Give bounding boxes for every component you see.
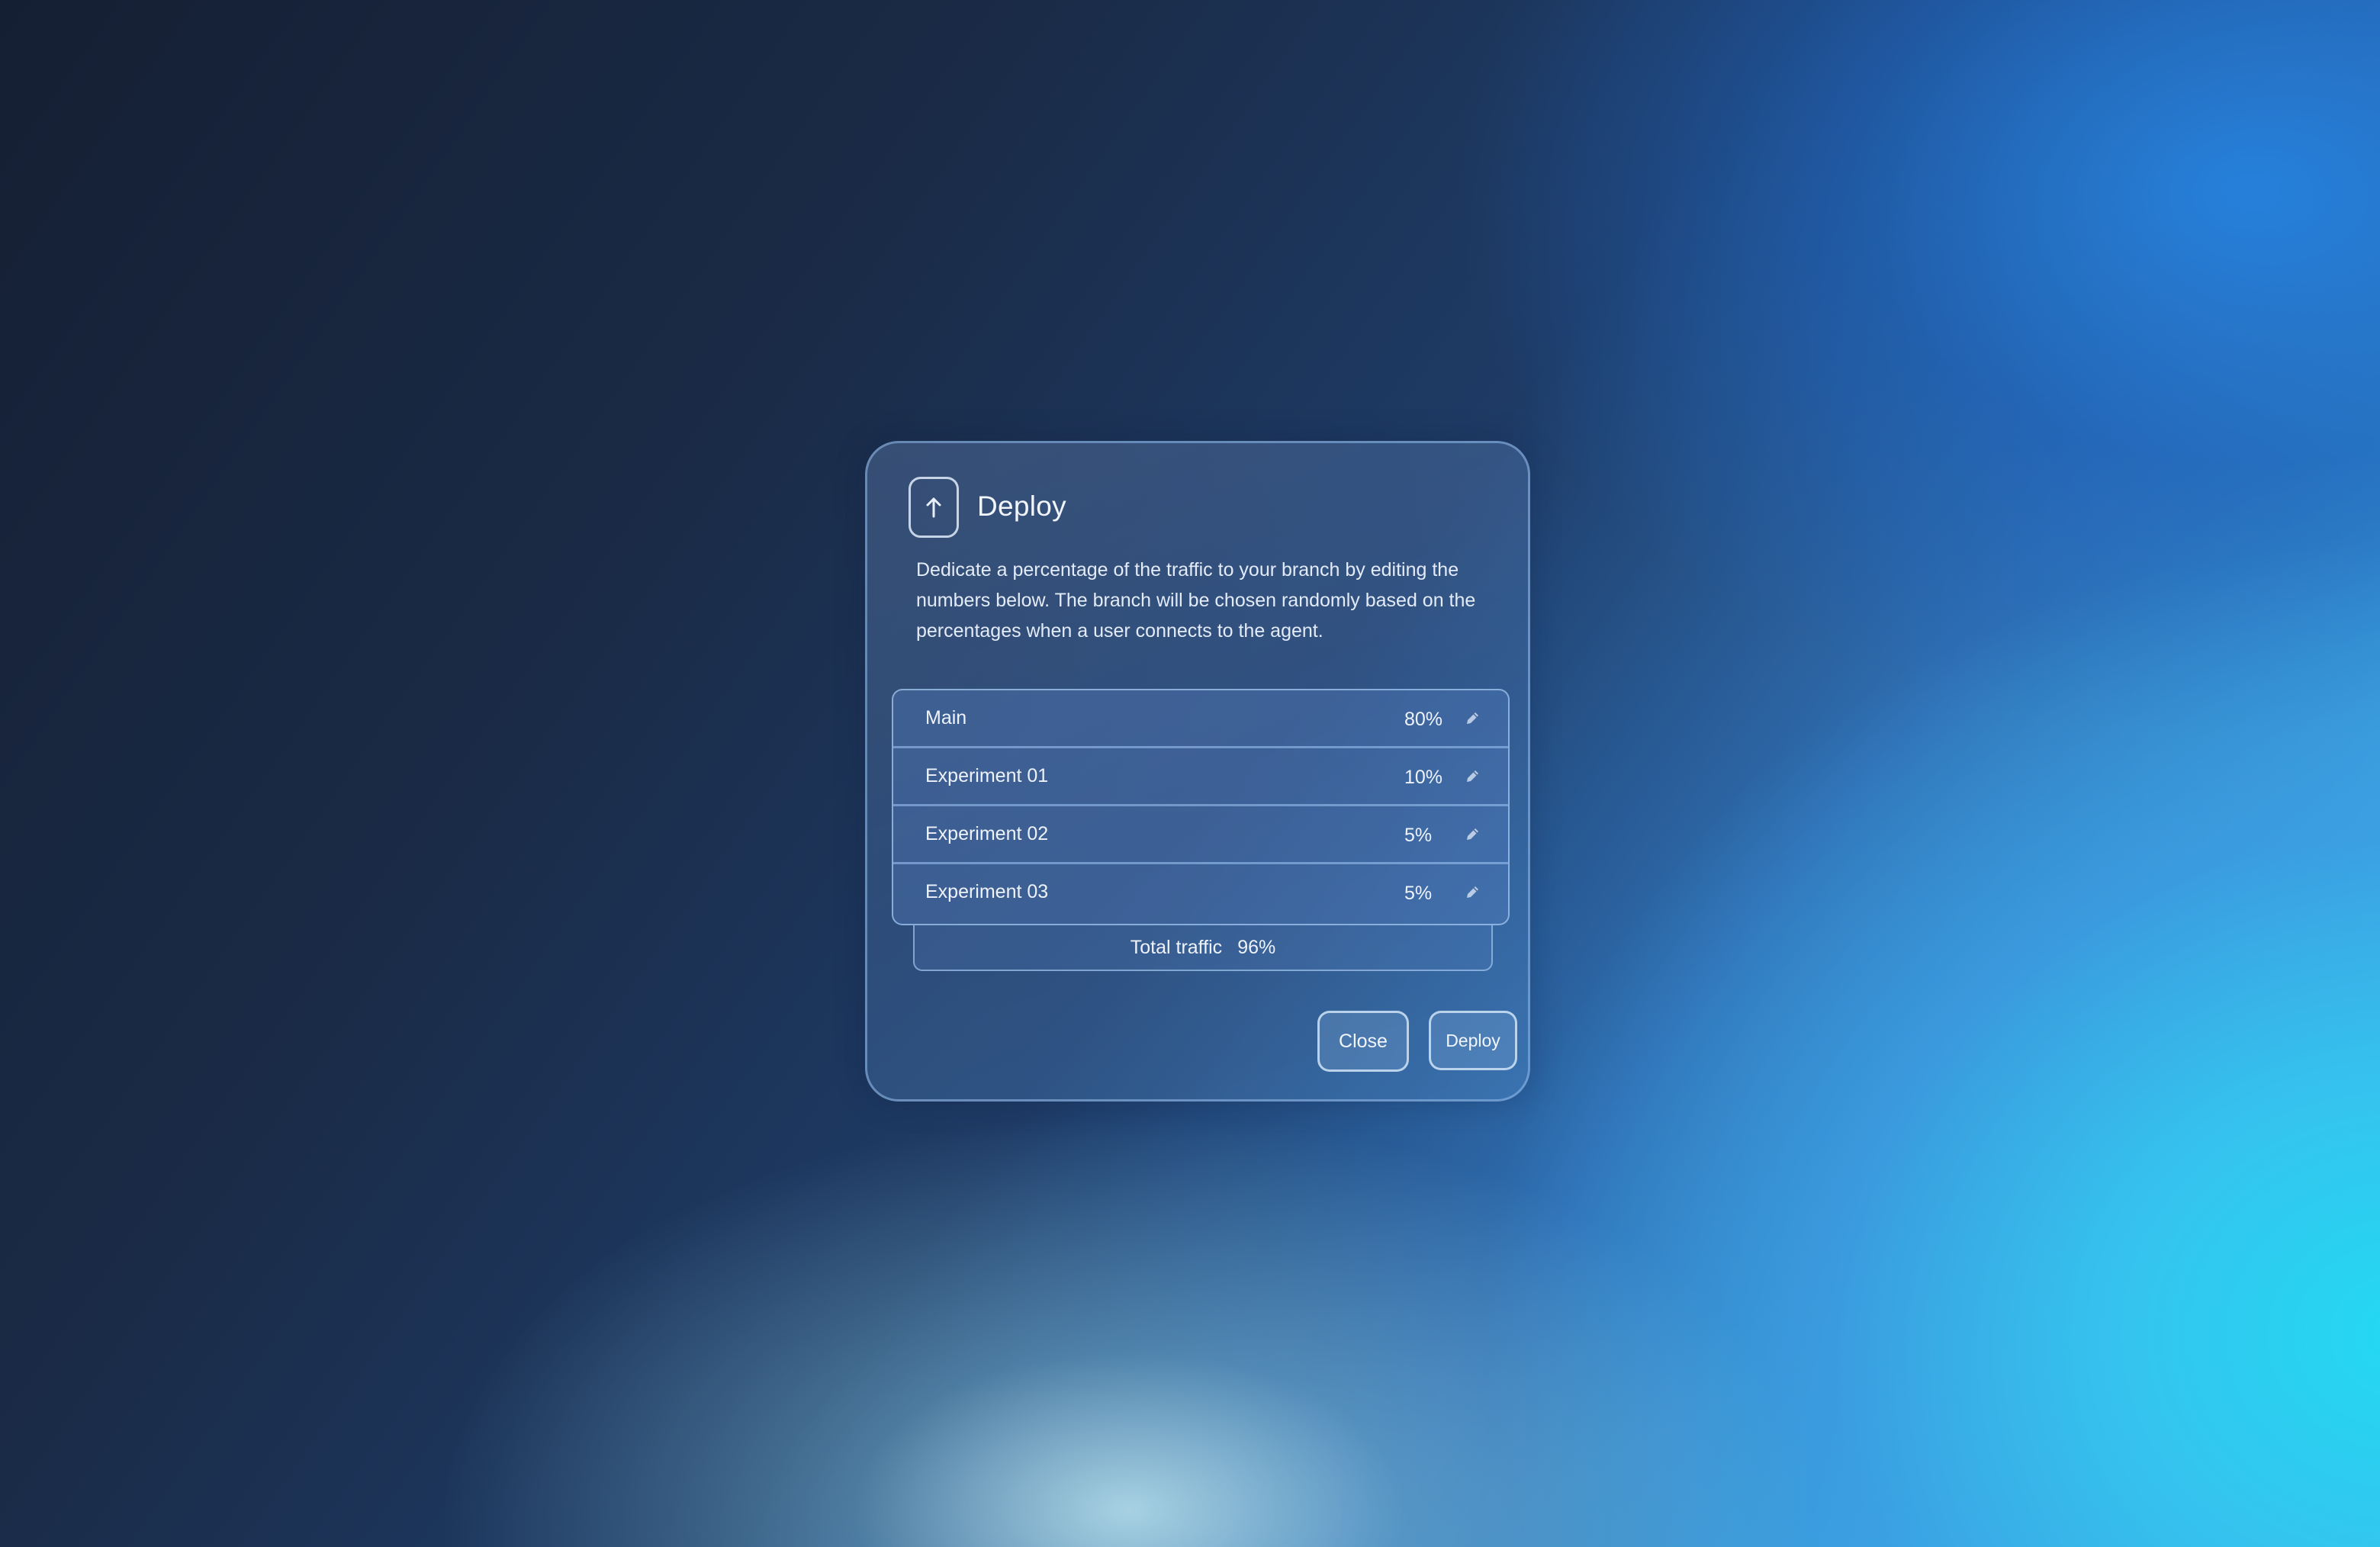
arrow-up-icon bbox=[909, 477, 959, 538]
deploy-button[interactable]: Deploy bbox=[1429, 1011, 1517, 1070]
branch-percentage[interactable]: 10% bbox=[1404, 767, 1442, 789]
branch-percentage[interactable]: 80% bbox=[1404, 709, 1442, 731]
branch-percentage[interactable]: 5% bbox=[1404, 825, 1432, 847]
deploy-dialog: Deploy Dedicate a percentage of the traf… bbox=[865, 441, 1530, 1102]
total-traffic-label: Total traffic bbox=[1130, 936, 1223, 958]
pencil-icon[interactable] bbox=[1461, 765, 1484, 788]
total-traffic-summary: Total traffic 96% bbox=[913, 925, 1493, 971]
branch-name: Main bbox=[925, 707, 967, 728]
pencil-icon[interactable] bbox=[1461, 707, 1484, 730]
branch-name: Experiment 03 bbox=[925, 881, 1049, 902]
dialog-description: Dedicate a percentage of the traffic to … bbox=[916, 559, 1476, 642]
close-button[interactable]: Close bbox=[1317, 1011, 1409, 1072]
branch-row-experiment-02: Experiment 02 5% bbox=[893, 806, 1508, 864]
pencil-icon[interactable] bbox=[1461, 881, 1484, 904]
branch-row-experiment-01: Experiment 01 10% bbox=[893, 748, 1508, 806]
branch-name: Experiment 01 bbox=[925, 765, 1049, 786]
branch-name: Experiment 02 bbox=[925, 823, 1049, 844]
branch-row-main: Main 80% bbox=[893, 690, 1508, 748]
total-traffic-value: 96% bbox=[1237, 936, 1276, 958]
dialog-title: Deploy bbox=[977, 490, 1066, 522]
branch-traffic-list: Main 80% Experiment 01 10% Experiment 02 bbox=[892, 689, 1510, 925]
pencil-icon[interactable] bbox=[1461, 823, 1484, 846]
branch-row-experiment-03: Experiment 03 5% bbox=[893, 864, 1508, 922]
branch-percentage[interactable]: 5% bbox=[1404, 883, 1432, 905]
